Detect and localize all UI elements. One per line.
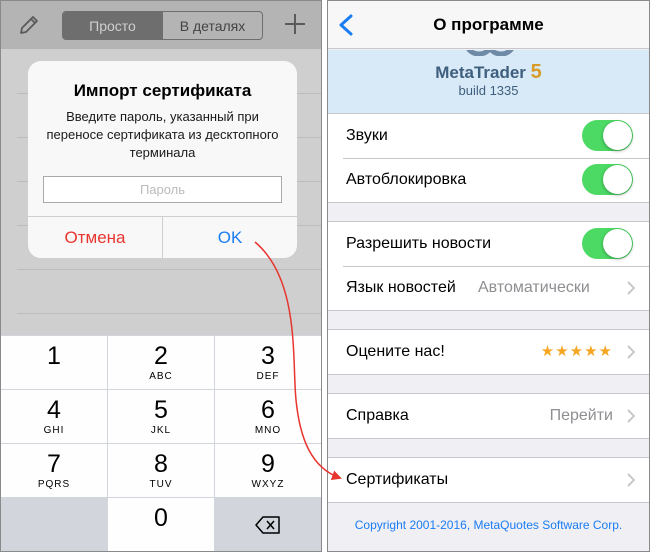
row-news-language[interactable]: Язык новостей Автоматически — [328, 266, 649, 310]
row-label: Справка — [346, 407, 409, 424]
key-7[interactable]: 7 PQRS — [1, 444, 107, 497]
row-rate-us[interactable]: Оцените нас! ★★★★★ — [328, 330, 649, 374]
brand-name: MetaTrader 5 — [328, 61, 649, 84]
backspace-icon — [255, 515, 280, 534]
row-label: Оцените нас! — [346, 343, 445, 360]
dialog-buttons: Отмена OK — [28, 216, 297, 258]
password-input[interactable] — [43, 176, 282, 203]
segment-simple[interactable]: Просто — [63, 12, 162, 39]
navigation-bar: О программе — [328, 1, 649, 49]
dialog-title: Импорт сертификата — [73, 81, 252, 100]
allow-news-toggle[interactable] — [582, 228, 633, 259]
app-header-banner: MetaTrader 5 build 1335 — [328, 50, 649, 113]
key-digit: 8 — [154, 449, 168, 478]
cancel-button[interactable]: Отмена — [28, 217, 163, 258]
row-allow-news: Разрешить новости — [328, 222, 649, 266]
copyright-link[interactable]: Copyright 2001-2016, MetaQuotes Software… — [328, 518, 649, 532]
key-digit: 0 — [154, 503, 168, 532]
left-phone-screen: Просто В деталях Импорт сертификата Введ… — [0, 0, 322, 552]
key-digit: 6 — [261, 395, 275, 424]
numeric-keypad: 1 2 ABC 3 DEF 4 GHI 5 JKL 6 MNO 7 PQRS 8 TUV 9W… — [1, 335, 321, 551]
row-sounds: Звуки — [328, 114, 649, 158]
key-letters: DEF — [256, 370, 280, 382]
chevron-right-icon — [627, 345, 635, 359]
row-label: Звуки — [346, 127, 388, 144]
key-digit: 2 — [154, 341, 168, 370]
key-0[interactable]: 0 — [108, 498, 214, 551]
key-digit: 4 — [47, 395, 61, 424]
sounds-toggle[interactable] — [582, 120, 633, 151]
pencil-icon[interactable] — [17, 13, 41, 37]
settings-group-certificates: Сертификаты — [328, 457, 649, 503]
brand-number: 5 — [530, 61, 542, 83]
row-label: Разрешить новости — [346, 235, 492, 252]
key-digit: 9 — [261, 449, 275, 478]
settings-group-help: Справка Перейти — [328, 393, 649, 439]
row-label: Сертификаты — [346, 471, 449, 488]
key-blank — [1, 498, 107, 551]
key-3[interactable]: 3 DEF — [215, 336, 321, 389]
key-letters: GHI — [43, 424, 65, 436]
settings-group-rate: Оцените нас! ★★★★★ — [328, 329, 649, 375]
key-digit: 7 — [47, 449, 61, 478]
delete-key[interactable] — [215, 498, 321, 551]
key-6[interactable]: 6 MNO — [215, 390, 321, 443]
key-letters: MNO — [254, 424, 282, 436]
key-digit: 3 — [261, 341, 275, 370]
key-digit: 1 — [47, 341, 61, 370]
key-8[interactable]: 8 TUV — [108, 444, 214, 497]
key-letters: WXYZ — [251, 478, 285, 490]
plus-icon[interactable] — [283, 12, 307, 36]
view-mode-segmented-control: Просто В деталях — [62, 11, 263, 40]
row-help[interactable]: Справка Перейти — [328, 394, 649, 438]
top-toolbar: Просто В деталях — [1, 1, 321, 49]
key-letters: TUV — [149, 478, 173, 490]
chevron-right-icon — [627, 409, 635, 423]
dialog-message: Введите пароль, указанный при переносе с… — [46, 109, 279, 160]
brand-text: MetaTrader — [435, 63, 526, 82]
autolock-toggle[interactable] — [582, 164, 633, 195]
key-letters: ABC — [149, 370, 173, 382]
settings-group-sound: Звуки Автоблокировка — [328, 113, 649, 203]
page-title: О программе — [433, 15, 544, 34]
key-5[interactable]: 5 JKL — [108, 390, 214, 443]
segment-detailed[interactable]: В деталях — [162, 12, 262, 39]
row-value: Перейти — [549, 407, 613, 424]
key-2[interactable]: 2 ABC — [108, 336, 214, 389]
key-9[interactable]: 9 WXYZ — [215, 444, 321, 497]
key-digit: 5 — [154, 395, 168, 424]
row-label: Язык новостей — [346, 279, 456, 296]
row-value: Автоматически — [478, 279, 590, 296]
key-1[interactable]: 1 — [1, 336, 107, 389]
import-certificate-dialog: Импорт сертификата Введите пароль, указа… — [28, 61, 297, 258]
row-autolock: Автоблокировка — [328, 158, 649, 202]
chevron-right-icon — [627, 473, 635, 487]
settings-group-news: Разрешить новости Язык новостей Автомати… — [328, 221, 649, 311]
chevron-right-icon — [627, 281, 635, 295]
key-letters: JKL — [150, 424, 172, 436]
build-version: build 1335 — [458, 83, 519, 98]
row-label: Автоблокировка — [346, 171, 467, 188]
right-phone-screen: О программе MetaTrader 5 build 1335 Звук… — [327, 0, 650, 552]
key-4[interactable]: 4 GHI — [1, 390, 107, 443]
metatrader-logo-icon — [466, 50, 514, 56]
ok-button[interactable]: OK — [163, 217, 297, 258]
rating-stars: ★★★★★ — [540, 343, 613, 360]
row-certificates[interactable]: Сертификаты — [328, 458, 649, 502]
key-letters: PQRS — [37, 478, 71, 490]
